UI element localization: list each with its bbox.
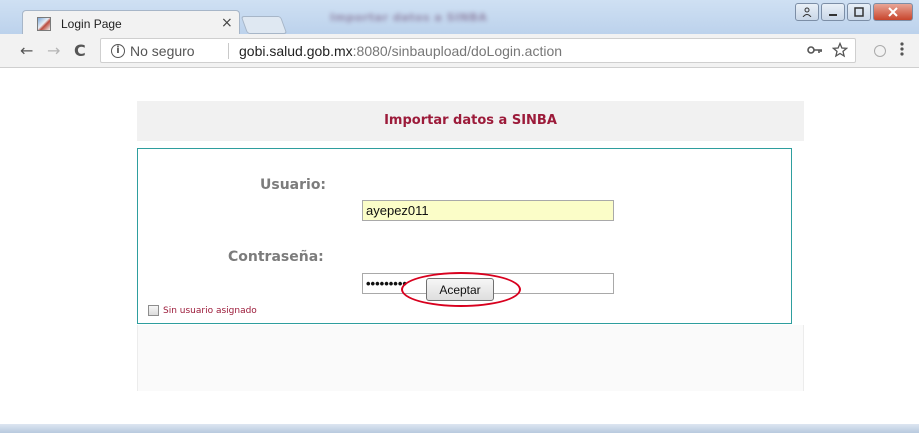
reload-icon[interactable]: C — [74, 41, 86, 60]
favicon-icon — [37, 17, 51, 31]
security-label[interactable]: No seguro — [130, 43, 195, 59]
tab-title: Login Page — [61, 17, 122, 31]
star-icon[interactable] — [831, 41, 849, 61]
window-bottom-edge — [0, 424, 919, 433]
form-footer — [137, 325, 804, 391]
browser-toolbar: ← → C i No seguro gobi.salud.gob.mx:8080… — [0, 34, 919, 68]
url-path: :8080/sinbaupload/doLogin.action — [352, 43, 563, 59]
close-icon[interactable] — [873, 3, 913, 21]
page-header: Importar datos a SINBA — [137, 101, 804, 141]
user-icon[interactable] — [795, 3, 819, 21]
address-bar[interactable]: i No seguro gobi.salud.gob.mx:8080/sinba… — [100, 38, 856, 63]
extension-icon[interactable] — [874, 45, 886, 57]
back-arrow-icon[interactable]: ← — [20, 41, 33, 60]
kebab-menu-icon[interactable] — [900, 41, 904, 61]
sin-usuario-row: Sin usuario asignado — [148, 305, 257, 316]
window-controls — [795, 3, 913, 21]
info-icon[interactable]: i — [111, 44, 125, 58]
key-icon[interactable] — [807, 42, 823, 61]
aceptar-button[interactable]: Aceptar — [426, 278, 494, 301]
tab-close-icon[interactable]: × — [221, 15, 233, 31]
minimize-icon[interactable] — [821, 3, 845, 21]
page-content: Importar datos a SINBA Usuario: Contrase… — [0, 69, 919, 433]
window-title: Importar datos a SINBA — [330, 11, 488, 24]
address-separator — [228, 43, 229, 59]
window-title-bar: Importar datos a SINBA Login Page × — [0, 0, 919, 37]
maximize-icon[interactable] — [847, 3, 871, 21]
sin-usuario-checkbox[interactable] — [148, 305, 159, 316]
url-text[interactable]: gobi.salud.gob.mx:8080/sinbaupload/doLog… — [239, 43, 562, 59]
url-host: gobi.salud.gob.mx — [239, 43, 353, 59]
sin-usuario-label[interactable]: Sin usuario asignado — [163, 306, 257, 316]
browser-tab[interactable]: Login Page × — [22, 10, 240, 37]
usuario-input[interactable] — [362, 200, 614, 221]
usuario-label: Usuario: — [260, 177, 327, 193]
contrasena-label: Contraseña: — [228, 249, 324, 265]
forward-arrow-icon[interactable]: → — [47, 41, 60, 60]
new-tab-button[interactable] — [240, 16, 288, 34]
